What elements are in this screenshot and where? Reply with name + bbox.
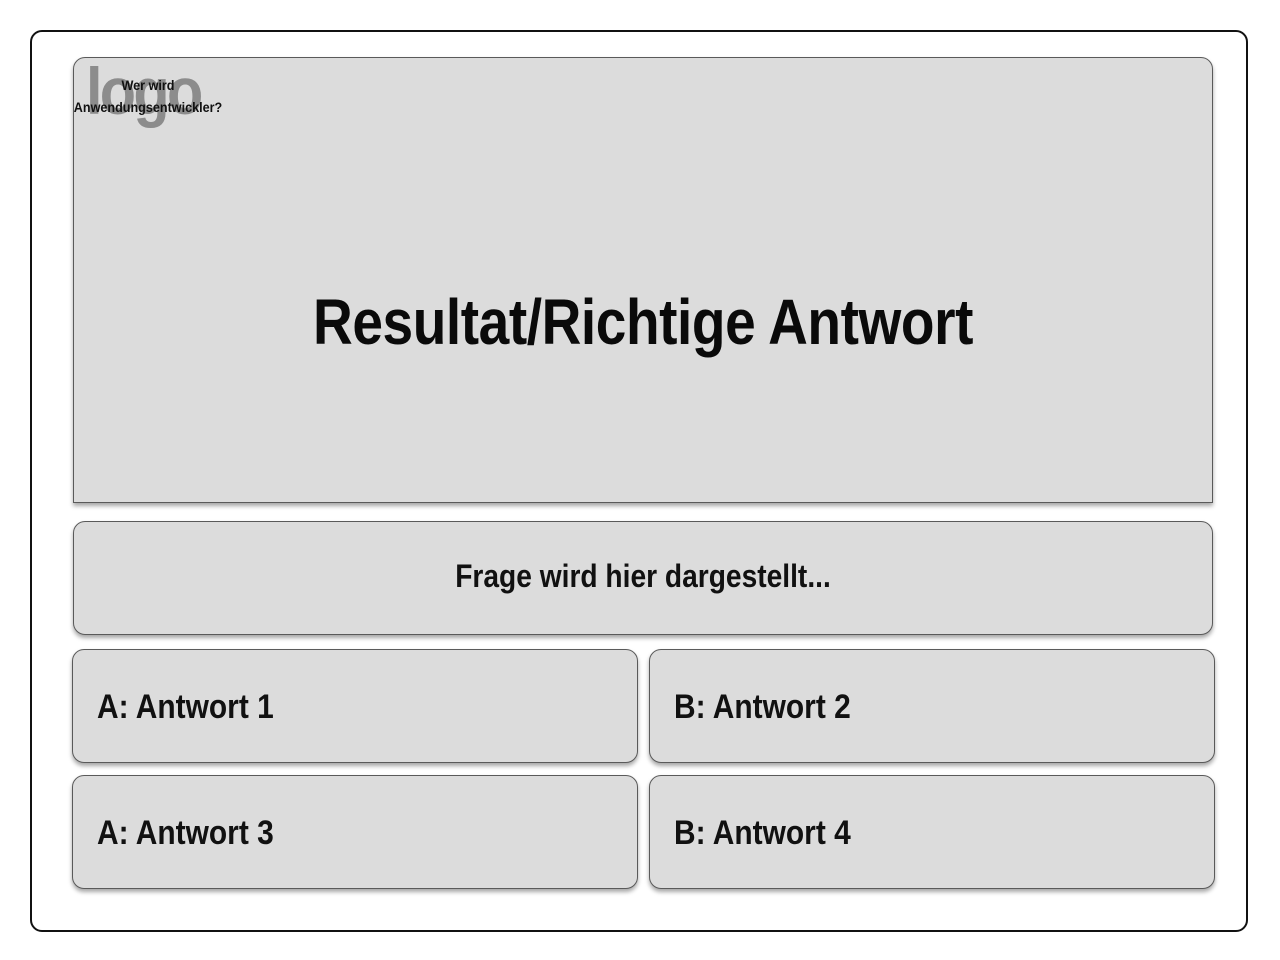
logo: logo Wer wird Anwendungsentwickler? [58,58,238,138]
answer-label-2: B: Antwort 2 [674,688,851,726]
logo-caption-line2: Anwendungsentwickler? [73,99,223,115]
logo-caption-line1: Wer wird [121,77,175,93]
result-panel: Resultat/Richtige Antwort [73,57,1213,503]
answer-button-3[interactable]: A: Antwort 3 [72,775,638,889]
answer-button-2[interactable]: B: Antwort 2 [649,649,1215,763]
answer-label-1: A: Antwort 1 [97,688,274,726]
answer-label-4: B: Antwort 4 [674,814,851,852]
logo-caption: Wer wird Anwendungsentwickler? [67,74,229,118]
answer-button-1[interactable]: A: Antwort 1 [72,649,638,763]
answer-button-4[interactable]: B: Antwort 4 [649,775,1215,889]
question-panel: Frage wird hier dargestellt... [73,521,1213,635]
result-title: Resultat/Richtige Antwort [313,286,973,358]
answer-label-3: A: Antwort 3 [97,814,274,852]
question-text: Frage wird hier dargestellt... [455,558,831,594]
